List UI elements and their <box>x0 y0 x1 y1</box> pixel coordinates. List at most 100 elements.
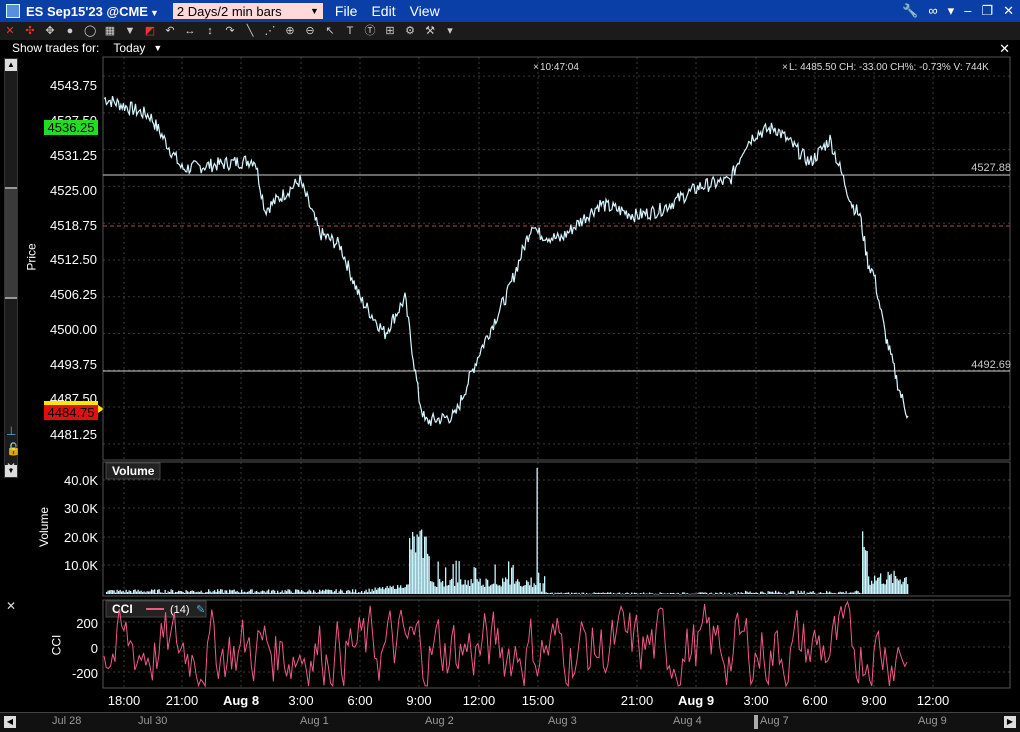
volume-bar <box>160 592 162 594</box>
volume-bar <box>464 579 466 594</box>
volume-bar <box>628 593 630 594</box>
volume-bar <box>518 581 520 594</box>
volume-bar <box>371 589 373 594</box>
volume-bar <box>214 590 216 594</box>
volume-bar <box>338 591 340 594</box>
volume-bar <box>688 593 690 595</box>
volume-bar <box>403 587 405 594</box>
price-series-line[interactable] <box>103 95 909 426</box>
volume-bar <box>181 591 183 594</box>
volume-bar <box>604 593 606 594</box>
volume-bar <box>304 592 306 594</box>
volume-bar <box>389 585 391 594</box>
volume-bar <box>125 589 127 594</box>
navigator-handle[interactable] <box>754 715 758 729</box>
volume-bar <box>593 592 595 594</box>
volume-bar <box>907 584 909 594</box>
volume-bar <box>239 592 241 594</box>
volume-bar <box>358 592 360 594</box>
volume-bar <box>349 590 351 594</box>
volume-bar <box>661 593 663 594</box>
volume-bar <box>575 592 577 594</box>
volume-bar <box>109 590 111 594</box>
volume-bar <box>566 592 568 594</box>
volume-bar <box>110 590 112 594</box>
volume-bar <box>439 578 441 594</box>
settings-icon[interactable]: ✎ <box>196 604 205 616</box>
scroll-right-icon[interactable]: ▶ <box>1004 716 1016 728</box>
volume-bar <box>755 592 757 594</box>
volume-bar <box>895 576 897 594</box>
volume-bar <box>220 589 222 594</box>
volume-bar <box>863 547 865 594</box>
volume-bar <box>295 589 297 594</box>
volume-bar <box>151 589 153 594</box>
volume-bar <box>362 592 364 594</box>
volume-bar <box>736 594 738 595</box>
volume-bar <box>775 590 777 594</box>
volume-bar <box>377 588 379 594</box>
volume-bar <box>376 589 378 594</box>
volume-bar <box>572 593 574 594</box>
volume-bar <box>721 592 723 594</box>
volume-bar <box>140 590 142 594</box>
volume-bar <box>647 593 649 595</box>
volume-bar <box>763 592 765 594</box>
volume-bar <box>293 592 295 594</box>
volume-bar <box>715 592 717 594</box>
time-navigator[interactable]: ◀ ▶ Jul 28 Jul 30 Aug 1 Aug 2 Aug 3 Aug … <box>0 712 1020 732</box>
volume-bar <box>301 590 303 594</box>
volume-bar <box>136 591 138 594</box>
volume-bar <box>811 592 813 594</box>
volume-bar <box>277 590 279 594</box>
volume-bar <box>643 592 645 594</box>
volume-bar <box>743 593 745 594</box>
volume-bar <box>731 593 733 595</box>
volume-bar <box>176 592 178 594</box>
volume-bar <box>344 593 346 594</box>
volume-bar <box>635 593 637 594</box>
volume-bar <box>280 592 282 594</box>
volume-bar <box>767 591 769 594</box>
volume-bar <box>316 593 318 594</box>
volume-bar <box>469 586 471 594</box>
volume-bar <box>205 592 207 594</box>
scroll-left-icon[interactable]: ◀ <box>4 716 16 728</box>
cci-series-line[interactable] <box>103 600 908 688</box>
volume-bar <box>359 592 361 594</box>
volume-bar <box>754 593 756 594</box>
volume-bar <box>581 592 583 594</box>
volume-bar <box>622 593 624 594</box>
volume-bar <box>658 593 660 595</box>
volume-bar <box>419 530 421 594</box>
volume-bar <box>185 590 187 594</box>
volume-bar <box>481 585 483 594</box>
volume-bar <box>817 593 819 595</box>
volume-bar <box>569 593 571 595</box>
volume-bar <box>202 592 204 594</box>
volume-bar <box>814 592 816 594</box>
volume-bar <box>266 590 268 594</box>
volume-bar <box>859 592 861 594</box>
volume-bar <box>710 592 712 594</box>
volume-bar <box>391 587 393 594</box>
volume-bar <box>167 591 169 594</box>
volume-bar <box>452 564 454 594</box>
volume-bar <box>197 591 199 594</box>
chart-canvas[interactable]: 4527.88 4492.69 × 10:47:04 × L: 4485.50 … <box>0 0 1020 732</box>
volume-bar <box>163 593 165 594</box>
volume-bar <box>713 593 715 595</box>
time-tick: 21:00 <box>166 693 199 708</box>
volume-bar <box>646 593 648 594</box>
volume-bar <box>629 594 631 595</box>
volume-bar <box>611 593 613 595</box>
volume-bar <box>457 582 459 594</box>
volume-bar <box>446 585 448 594</box>
volume-bar <box>332 592 334 594</box>
volume-bar <box>346 590 348 594</box>
volume-bar <box>418 536 420 594</box>
volume-bar <box>884 584 886 594</box>
volume-bar <box>685 593 687 595</box>
volume-bar <box>898 580 900 594</box>
volume-bar <box>812 591 814 594</box>
